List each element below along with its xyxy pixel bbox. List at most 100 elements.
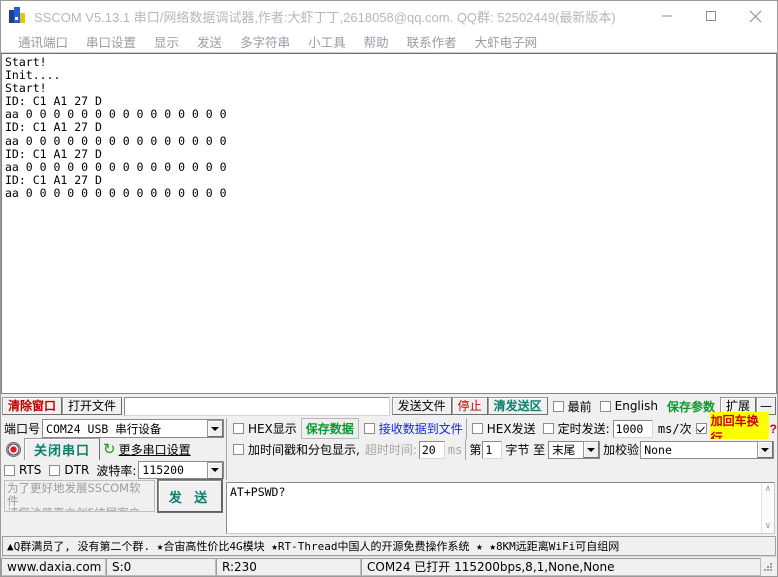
flow-control-group: RTS DTR 波特率: 115200 <box>1 460 226 481</box>
open-file-button[interactable]: 打开文件 <box>62 397 123 415</box>
sscom-window: SSCOM V5.13.1 串口/网络数据调试器,作者:大虾丁丁,2618058… <box>0 0 778 577</box>
english-checkbox[interactable] <box>599 400 611 412</box>
menu-item-comm-port[interactable]: 通讯端口 <box>9 32 77 51</box>
crlf-checkbox[interactable] <box>695 423 707 434</box>
resize-grip-icon[interactable] <box>761 560 775 574</box>
checksum-label: 加校验 <box>603 443 640 457</box>
help-question-icon[interactable]: ? <box>770 422 777 436</box>
maximize-icon[interactable] <box>689 1 733 31</box>
clear-send-area-button[interactable]: 清发送区 <box>487 397 548 415</box>
file-toolbar: 清除窗口 打开文件 发送文件 停止 清发送区 最前 English 保存参数 扩… <box>1 394 777 418</box>
chevron-down-icon[interactable] <box>207 420 223 437</box>
port-select-group: 端口号 COM24 USB 串行设备 <box>1 418 226 439</box>
english-checkbox-group[interactable]: English <box>599 399 658 413</box>
timestamp-checkbox[interactable] <box>233 444 244 455</box>
options-row-bottom: 关闭串口 ↻ 更多串口设置 加时间戳和分包显示, 超时时间: 20 ms 第 1… <box>1 438 777 461</box>
status-website[interactable]: www.daxia.com <box>1 557 106 576</box>
options-row-top: 端口号 COM24 USB 串行设备 HEX显示 保存数据 接收数据到文件 HE… <box>1 411 777 446</box>
menu-item-multi-string[interactable]: 多字符串 <box>231 32 299 51</box>
menu-item-contact[interactable]: 联系作者 <box>398 32 466 51</box>
right-bottom-panel: AT+PSWD? ∧ ∨ <box>226 480 777 536</box>
stop-button[interactable]: 停止 <box>451 397 488 415</box>
baud-value: 115200 <box>142 463 184 477</box>
recv-to-file-label: 接收数据到文件 <box>378 422 463 436</box>
close-icon[interactable] <box>733 1 777 31</box>
refresh-ports-icon[interactable]: ↻ <box>103 442 116 457</box>
rts-checkbox[interactable] <box>4 464 15 476</box>
bottom-panel: 为了更好地发展SSCOM软件 请您注册嘉立创F结尾客户 发 送 AT+PSWD?… <box>1 480 777 536</box>
send-area-scrollbar[interactable]: ∧ ∨ <box>761 483 774 533</box>
timed-send-label: 定时发送: <box>557 422 610 436</box>
topmost-checkbox-group[interactable]: 最前 <box>552 398 592 415</box>
more-port-settings-link[interactable]: 更多串口设置 <box>119 441 191 458</box>
notice-line-1: 为了更好地发展SSCOM软件 <box>7 481 141 508</box>
menu-bar: 通讯端口 串口设置 显示 发送 多字符串 小工具 帮助 联系作者 大虾电子网 <box>1 31 777 53</box>
topmost-label: 最前 <box>567 399 592 414</box>
port-select[interactable]: COM24 USB 串行设备 <box>42 419 224 438</box>
port-select-value: COM24 USB 串行设备 <box>46 421 162 436</box>
timestamp-label: 加时间戳和分包显示, <box>248 443 360 457</box>
baud-select[interactable]: 115200 <box>138 461 224 479</box>
status-connection-info: COM24 已打开 115200bps,8,1,None,None <box>361 557 761 576</box>
interval-unit-label: ms/次 <box>657 422 692 436</box>
hex-send-checkbox[interactable] <box>471 423 483 434</box>
status-bar: www.daxia.com S:0 R:230 COM24 已打开 115200… <box>1 556 777 576</box>
checksum-select[interactable]: None <box>640 440 774 459</box>
clear-window-button[interactable]: 清除窗口 <box>2 397 63 415</box>
save-data-button[interactable]: 保存数据 <box>300 418 359 439</box>
window-title: SSCOM V5.13.1 串口/网络数据调试器,作者:大虾丁丁,2618058… <box>34 9 616 25</box>
hex-display-label: HEX显示 <box>247 422 297 436</box>
menu-item-daxia-web[interactable]: 大虾电子网 <box>466 32 547 51</box>
baud-row: RTS DTR 波特率: 115200 <box>1 459 777 481</box>
send-interval-input[interactable]: 1000 <box>612 419 653 438</box>
timed-send-group[interactable]: 定时发送: <box>542 420 610 437</box>
menu-item-send[interactable]: 发送 <box>188 32 231 51</box>
minimize-icon[interactable] <box>645 1 689 31</box>
byte-prefix-label: 第 <box>469 443 482 457</box>
timestamp-group[interactable]: 加时间戳和分包显示, <box>233 441 360 458</box>
ad-banner[interactable]: ▲Q群满员了, 没有第二个群. ★合宙高性价比4G模块 ★RT-Thread中国… <box>2 536 776 556</box>
chevron-down-icon[interactable] <box>583 441 600 458</box>
port-label: 端口号 <box>4 422 41 436</box>
receive-data-area[interactable]: Start! Init.... Start! ID: C1 A1 27 D aa… <box>1 53 777 394</box>
hex-send-group[interactable]: HEX发送 <box>471 420 536 437</box>
left-bottom-panel: 为了更好地发展SSCOM软件 请您注册嘉立创F结尾客户 发 送 <box>1 480 226 536</box>
send-data-area[interactable]: AT+PSWD? ∧ ∨ <box>226 482 775 534</box>
scroll-down-icon[interactable]: ∨ <box>765 522 770 531</box>
send-file-button[interactable]: 发送文件 <box>391 397 452 415</box>
timeout-label: 超时时间: <box>364 443 417 457</box>
dtr-checkbox[interactable] <box>49 464 61 476</box>
byte-range-label: 字节 至 <box>505 443 546 457</box>
byte-start-input[interactable]: 1 <box>482 440 503 459</box>
chevron-down-icon[interactable] <box>757 441 773 458</box>
hex-display-group[interactable]: HEX显示 <box>232 420 297 437</box>
window-controls <box>645 1 777 31</box>
menu-item-tools[interactable]: 小工具 <box>299 32 355 51</box>
dtr-label: DTR <box>64 463 90 477</box>
menu-item-port-config[interactable]: 串口设置 <box>77 32 145 51</box>
checksum-value: None <box>644 442 672 457</box>
recv-to-file-checkbox[interactable] <box>363 423 375 434</box>
topmost-checkbox[interactable] <box>552 400 564 412</box>
byte-end-select[interactable]: 末尾 <box>548 440 601 459</box>
timeout-input[interactable]: 20 <box>418 440 445 459</box>
registration-notice: 为了更好地发展SSCOM软件 请您注册嘉立创F结尾客户 <box>4 480 155 512</box>
close-port-button[interactable]: 关闭串口 <box>24 438 101 461</box>
title-bar: SSCOM V5.13.1 串口/网络数据调试器,作者:大虾丁丁,2618058… <box>1 1 777 31</box>
port-status-indicator-icon <box>6 442 21 457</box>
port-control-group: 关闭串口 ↻ 更多串口设置 <box>1 438 226 461</box>
scroll-up-icon[interactable]: ∧ <box>765 485 770 494</box>
hex-display-checkbox[interactable] <box>232 423 244 434</box>
notice-line-2: 请您注册嘉立创F结尾客户 <box>7 507 152 511</box>
app-logo-icon <box>8 7 26 25</box>
menu-item-display[interactable]: 显示 <box>145 32 188 51</box>
terminal-text: Start! Init.... Start! ID: C1 A1 27 D aa… <box>5 55 227 200</box>
file-path-input[interactable] <box>124 396 390 416</box>
menu-item-help[interactable]: 帮助 <box>355 32 398 51</box>
recv-to-file-group[interactable]: 接收数据到文件 <box>363 420 463 437</box>
send-button[interactable]: 发 送 <box>158 480 222 512</box>
timed-send-checkbox[interactable] <box>542 423 554 434</box>
baud-label: 波特率: <box>96 463 137 478</box>
status-received-count: R:230 <box>216 557 361 576</box>
chevron-down-icon[interactable] <box>207 461 223 479</box>
